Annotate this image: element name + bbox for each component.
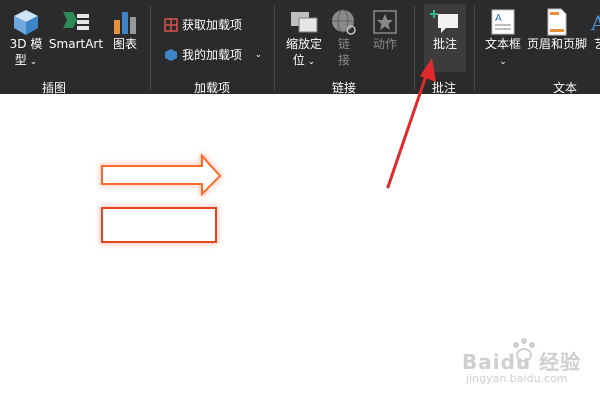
zoom-label: 缩放定 <box>285 37 322 51</box>
comment-label: 批注 <box>432 37 457 51</box>
wordart-label: 艺 <box>593 37 600 51</box>
chart-label: 图表 <box>112 37 137 51</box>
my-addins-label: 我的加载项 <box>182 48 243 62</box>
smartart-icon <box>63 12 89 30</box>
zoom-label-2: 位 <box>292 53 305 67</box>
svg-text:A: A <box>495 13 502 24</box>
group-separator <box>474 6 475 90</box>
wordart-button[interactable]: A 艺 <box>590 8 600 52</box>
group-separator <box>150 6 151 90</box>
rectangle-shape[interactable] <box>92 198 228 254</box>
3d-model-label: 3D 模 <box>9 37 43 51</box>
action-label: 动作 <box>372 37 397 51</box>
comment-icon <box>430 10 458 33</box>
chart-button[interactable]: 图表 <box>108 8 142 52</box>
link-label-2: 接 <box>337 53 350 67</box>
my-addins-button[interactable]: 我的加载项 ⌄ <box>164 46 262 63</box>
cube-icon <box>14 10 38 35</box>
watermark-brand: Baidu 经验 <box>462 350 582 374</box>
smartart-button[interactable]: SmartArt <box>48 8 104 52</box>
textbox-button[interactable]: A 文本框 ⌄ <box>480 8 526 70</box>
header-footer-icon <box>547 8 567 36</box>
header-footer-label: 页眉和页脚 <box>526 37 587 51</box>
addin-cube-icon <box>165 48 177 61</box>
textbox-label: 文本框 <box>484 37 521 51</box>
annotation-arrow <box>386 58 436 189</box>
bar-chart-icon <box>114 12 136 34</box>
zoom-button[interactable]: 缩放定 位 ⌄ <box>282 8 326 70</box>
ribbon: 3D 模 型 ⌄ SmartArt 图表 插图 获取加载项 我的加载项 ⌄ 加载… <box>0 0 600 102</box>
chevron-down-icon: ⌄ <box>246 49 263 60</box>
chevron-down-icon: ⌄ <box>499 57 507 67</box>
store-icon <box>164 17 178 32</box>
group-separator <box>274 6 275 90</box>
zoom-slides-icon <box>291 12 318 33</box>
watermark-url: jingyan.baidu.com <box>466 372 568 385</box>
star-action-icon <box>373 10 397 34</box>
textbox-icon: A <box>491 9 515 35</box>
svg-text:A: A <box>590 11 600 35</box>
wordart-icon: A <box>590 11 600 35</box>
action-button[interactable]: 动作 <box>364 8 406 52</box>
3d-model-button[interactable]: 3D 模 型 ⌄ <box>6 8 46 70</box>
comment-button[interactable]: 批注 <box>424 8 466 52</box>
chevron-down-icon: ⌄ <box>304 57 316 67</box>
arrow-shape[interactable] <box>92 148 232 204</box>
get-addins-button[interactable]: 获取加载项 <box>164 16 242 33</box>
header-footer-button[interactable]: 页眉和页脚 <box>526 8 588 52</box>
globe-link-icon <box>332 9 356 35</box>
link-button[interactable]: 链 接 <box>328 8 360 68</box>
3d-model-label-2: 型 <box>14 53 27 67</box>
link-label: 链 <box>337 37 350 51</box>
smartart-label: SmartArt <box>48 37 104 51</box>
chevron-down-icon: ⌄ <box>26 57 38 67</box>
get-addins-label: 获取加载项 <box>182 18 243 32</box>
